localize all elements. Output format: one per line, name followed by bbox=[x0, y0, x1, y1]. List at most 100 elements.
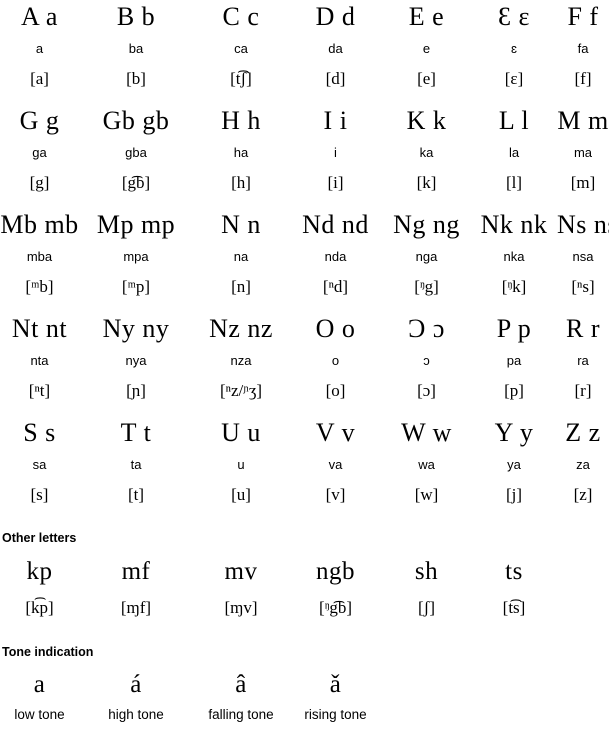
letter-name: e bbox=[422, 41, 431, 56]
tone-glyph: â bbox=[235, 671, 247, 698]
other-letter-ipa: [k͡p] bbox=[25, 598, 54, 617]
letter-pair: Ns ns bbox=[557, 210, 609, 239]
letter-ipa: [p] bbox=[504, 381, 524, 400]
letter-pair: L l bbox=[498, 106, 530, 135]
letter-ipa: [f] bbox=[574, 69, 592, 88]
letter-ipa: [r] bbox=[574, 381, 592, 400]
letter-ipa: [t͡ʃ] bbox=[230, 69, 252, 88]
letter-pair: Nt nt bbox=[11, 314, 68, 343]
letter-ipa: [ᵐp] bbox=[121, 277, 151, 296]
letter-ipa: [ᵑg] bbox=[414, 277, 439, 296]
letter-cell: Ny ny nya [ɲ] bbox=[79, 312, 193, 408]
tone-label: high tone bbox=[108, 707, 164, 722]
letter-cell: T t ta [t] bbox=[79, 416, 193, 512]
letter-name: nta bbox=[30, 353, 49, 368]
other-letter: ts bbox=[505, 558, 523, 585]
other-letter-cell: mf [ɱf] bbox=[79, 552, 193, 626]
tone-glyph: ǎ bbox=[329, 671, 342, 698]
alphabet-row: G g ga [g] Gb gb gba [g͡b] H h ha [h] I … bbox=[0, 104, 609, 200]
letter-cell: Nt nt nta [ⁿt] bbox=[0, 312, 79, 408]
letter-pair: Ng ng bbox=[393, 210, 460, 239]
letter-ipa: [ɲ] bbox=[126, 381, 146, 400]
letter-cell: M m ma [m] bbox=[557, 104, 609, 200]
letter-cell: C c ca [t͡ʃ] bbox=[193, 0, 289, 96]
letter-name: ga bbox=[32, 145, 47, 160]
letter-ipa: [j] bbox=[505, 485, 523, 504]
letter-ipa: [ⁿt] bbox=[28, 381, 51, 400]
tone-cell: ǎ rising tone bbox=[289, 666, 382, 728]
letter-pair: K k bbox=[406, 106, 447, 135]
letter-cell: Nz nz nza [ⁿz/ᶮʒ] bbox=[193, 312, 289, 408]
letter-pair: A a bbox=[21, 2, 58, 31]
letter-ipa: [e] bbox=[417, 69, 436, 88]
letter-name: o bbox=[331, 353, 340, 368]
letter-name: nda bbox=[324, 249, 347, 264]
letter-cell: Ng ng nga [ᵑg] bbox=[382, 208, 471, 304]
letter-pair: I i bbox=[323, 106, 348, 135]
other-letter: mf bbox=[121, 558, 151, 585]
letter-cell: P p pa [p] bbox=[471, 312, 557, 408]
other-letter-cell: ts [t͡s] bbox=[471, 552, 557, 626]
other-letter-cell-empty bbox=[557, 552, 609, 626]
letter-pair: Nd nd bbox=[302, 210, 369, 239]
letter-cell: V v va [v] bbox=[289, 416, 382, 512]
letter-pair: G g bbox=[19, 106, 60, 135]
letter-name: nza bbox=[230, 353, 252, 368]
letter-ipa: [ɛ] bbox=[504, 69, 524, 88]
letter-cell: N n na [n] bbox=[193, 208, 289, 304]
letter-ipa: [ⁿz/ᶮʒ] bbox=[219, 381, 263, 400]
letter-ipa: [ᵐb] bbox=[25, 277, 54, 296]
other-letter: kp bbox=[26, 558, 53, 585]
letter-cell: D d da [d] bbox=[289, 0, 382, 96]
letter-name: u bbox=[237, 457, 245, 472]
letter-name: mpa bbox=[123, 249, 149, 264]
alphabet-table: A a a [a] B b ba [b] C c ca [t͡ʃ] D d da… bbox=[0, 0, 609, 512]
letter-ipa: [t] bbox=[127, 485, 145, 504]
letter-name: i bbox=[334, 145, 337, 160]
other-letters-row: kp [k͡p] mf [ɱf] mv [ɱv] ngb [ᵑg͡b] sh [… bbox=[0, 552, 609, 626]
letter-pair: R r bbox=[566, 314, 600, 343]
letter-name: ca bbox=[234, 41, 248, 56]
tone-indication-row: a low tone á high tone â falling tone ǎ … bbox=[0, 666, 609, 728]
letter-pair: D d bbox=[315, 2, 356, 31]
letter-pair: S s bbox=[23, 418, 56, 447]
letter-cell: Z z za [z] bbox=[557, 416, 609, 512]
tone-glyph: á bbox=[130, 671, 142, 698]
letter-pair: H h bbox=[221, 106, 261, 135]
letter-cell: Ɔ ɔ ɔ [ɔ] bbox=[382, 312, 471, 408]
letter-ipa: [o] bbox=[325, 381, 346, 400]
letter-name: a bbox=[35, 41, 44, 56]
tone-label: low tone bbox=[14, 707, 65, 722]
letter-ipa: [g] bbox=[29, 173, 50, 192]
letter-cell: R r ra [r] bbox=[557, 312, 609, 408]
letter-pair: Nz nz bbox=[209, 314, 273, 343]
letter-ipa: [a] bbox=[30, 69, 49, 88]
letter-ipa: [w] bbox=[414, 485, 439, 504]
letter-pair: N n bbox=[221, 210, 261, 239]
row-spacer bbox=[0, 304, 609, 312]
letter-cell: F f fa [f] bbox=[557, 0, 609, 96]
letter-name: nga bbox=[415, 249, 438, 264]
letter-pair: P p bbox=[496, 314, 532, 343]
letter-name: da bbox=[328, 41, 343, 56]
tone-label: rising tone bbox=[304, 707, 367, 722]
letter-cell: O o o [o] bbox=[289, 312, 382, 408]
letter-cell: E e e [e] bbox=[382, 0, 471, 96]
letter-ipa: [i] bbox=[327, 173, 344, 192]
letter-pair: E e bbox=[408, 2, 445, 31]
letter-name: ɛ bbox=[511, 41, 517, 56]
letter-name: nya bbox=[125, 353, 147, 368]
letter-cell: B b ba [b] bbox=[79, 0, 193, 96]
alphabet-row: Mb mb mba [ᵐb] Mp mp mpa [ᵐp] N n na [n]… bbox=[0, 208, 609, 304]
alphabet-chart: A a a [a] B b ba [b] C c ca [t͡ʃ] D d da… bbox=[0, 0, 609, 751]
letter-cell: Ns ns nsa [ⁿs] bbox=[557, 208, 609, 304]
other-letters-heading: Other letters bbox=[2, 531, 77, 545]
other-letter-ipa: [ɱf] bbox=[120, 598, 152, 617]
other-letter: mv bbox=[224, 558, 258, 585]
other-letter-ipa: [ɱv] bbox=[224, 598, 258, 617]
letter-pair: B b bbox=[116, 2, 156, 31]
letter-pair: F f bbox=[567, 2, 599, 31]
other-letter-cell: mv [ɱv] bbox=[193, 552, 289, 626]
tone-cell: á high tone bbox=[79, 666, 193, 728]
letter-ipa: [g͡b] bbox=[121, 173, 151, 192]
